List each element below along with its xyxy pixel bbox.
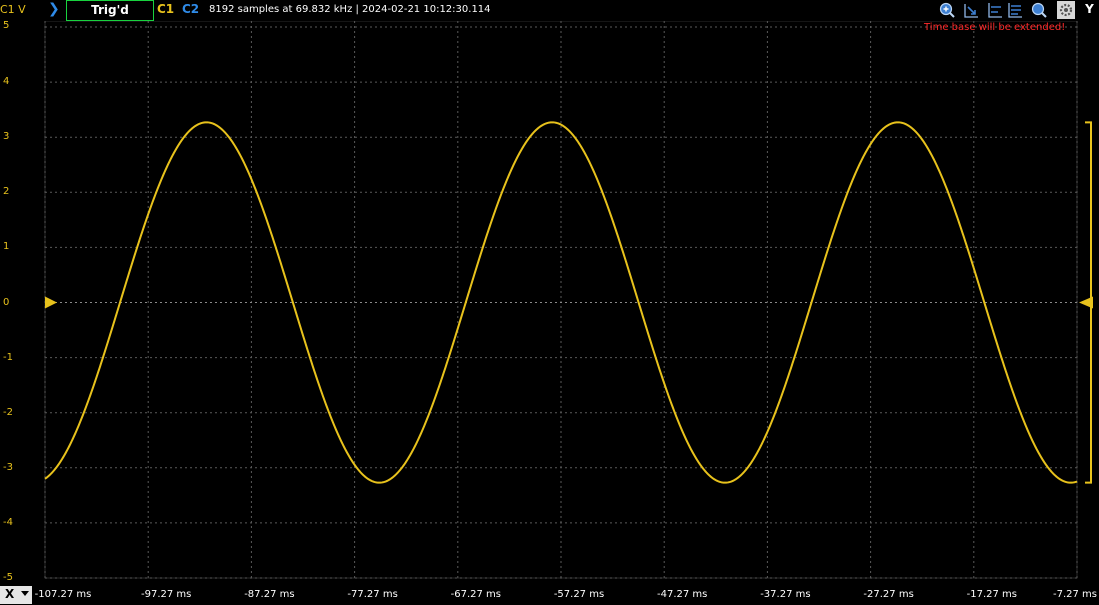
x-tick-label: -37.27 ms [760, 589, 811, 600]
y-tick-label: -5 [3, 572, 13, 583]
channel2-button[interactable]: C2 [182, 2, 199, 16]
x-tick-label: -107.27 ms [34, 589, 92, 600]
x-tick-label: -97.27 ms [141, 589, 192, 600]
x-tick-label: -87.27 ms [244, 589, 295, 600]
grid [44, 20, 1078, 579]
zoom-in-icon[interactable] [939, 2, 955, 18]
acquisition-info: 8192 samples at 69.832 kHz | 2024-02-21 … [209, 4, 491, 15]
top-toolbar: C1 V ❯ Trig'd C1 C2 8192 samples at 69.8… [0, 0, 1099, 21]
x-tick-label: -7.27 ms [1052, 589, 1097, 600]
x-tick-label: -57.27 ms [553, 589, 605, 600]
y-tick-label: 5 [3, 20, 10, 31]
x-tick-label: -67.27 ms [450, 589, 501, 600]
y-tick-label: -4 [3, 516, 13, 528]
y-axis-button[interactable]: Y [1080, 0, 1099, 19]
marker-icon[interactable] [987, 2, 1003, 18]
trigger-status-button[interactable]: Trig'd [66, 0, 154, 21]
x-tick-label: -27.27 ms [863, 589, 914, 600]
settings-icon[interactable] [1057, 1, 1075, 19]
x-tick-label: -17.27 ms [966, 589, 1017, 600]
chevron-down-icon [21, 591, 29, 596]
y-tick-label: -3 [3, 461, 13, 473]
channel-unit-label: C1 V [0, 3, 26, 16]
y-tick-label: 1 [3, 241, 10, 253]
x-axis-selector[interactable]: X [0, 586, 32, 604]
plot-border [44, 20, 1078, 579]
trigger-level-marker-left [45, 296, 57, 309]
y-tick-label: 4 [3, 76, 10, 88]
y-tick-label: 3 [3, 131, 10, 143]
x-tick-label: -47.27 ms [657, 589, 708, 600]
waveform-plot[interactable] [0, 0, 1099, 605]
y-tick-label: 0 [3, 296, 10, 308]
x-axis-selector-label: X [5, 587, 15, 601]
y-tick-label: 2 [3, 186, 10, 198]
zoom-icon[interactable] [1031, 2, 1047, 18]
y-tick-label: -2 [3, 406, 13, 418]
y-tick-label: -1 [3, 351, 13, 363]
x-tick-label: -77.27 ms [347, 589, 398, 600]
timebase-warning: Time base will be extended! [924, 22, 1066, 33]
run-arrow-icon[interactable]: ❯ [48, 1, 60, 17]
cursor-icon[interactable] [963, 2, 979, 18]
measure-icon[interactable] [1007, 2, 1023, 18]
channel1-button[interactable]: C1 [157, 2, 174, 16]
